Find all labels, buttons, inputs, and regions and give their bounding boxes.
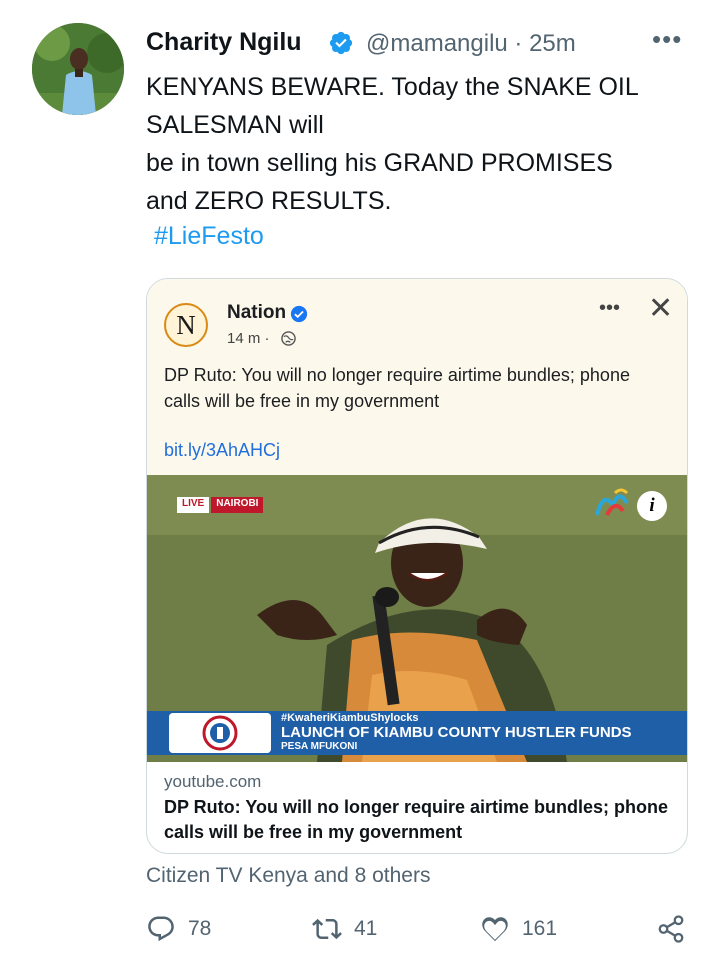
retweet-count: 41 — [354, 917, 378, 940]
party-logo-icon — [169, 713, 271, 753]
link-card[interactable]: N Nation 14 m · ••• ✕ DP Ruto: You will … — [146, 278, 688, 854]
post-text: DP Ruto: You will no longer require airt… — [164, 365, 630, 411]
info-icon: i — [637, 491, 667, 521]
social-context[interactable]: Citizen TV Kenya and 8 others — [146, 864, 430, 888]
nation-logo: N — [164, 303, 208, 347]
ticker-hashtag: #KwaheriKiambuShylocks — [281, 712, 419, 724]
retweet-button[interactable]: 41 — [312, 914, 377, 944]
tweet-text-line: and ZERO RESULTS. — [146, 187, 392, 215]
like-count: 161 — [522, 917, 558, 940]
reply-icon — [148, 916, 174, 942]
verified-badge-icon — [329, 31, 353, 55]
tweet-text-line: be in town selling his GRAND PROMISES — [146, 149, 613, 177]
reply-button[interactable]: 78 — [146, 914, 211, 944]
author-handle-time[interactable]: @mamangilu · 25m — [366, 30, 576, 58]
ticker-subline: PESA MFUKONI — [281, 741, 358, 752]
facebook-post-screenshot: N Nation 14 m · ••• ✕ DP Ruto: You will … — [147, 279, 687, 475]
reply-count: 78 — [188, 917, 212, 940]
live-badge: LIVE NAIROBI — [177, 497, 264, 513]
author-name[interactable]: Charity Ngilu — [146, 28, 302, 57]
like-button[interactable]: 161 — [480, 914, 557, 944]
card-domain: youtube.com — [164, 772, 262, 791]
share-icon — [658, 915, 684, 943]
post-options-icon: ••• — [599, 297, 621, 319]
globe-icon — [281, 331, 296, 346]
hashtag-link[interactable]: #LieFesto — [154, 222, 264, 251]
author-avatar[interactable] — [32, 23, 124, 115]
close-icon: ✕ — [648, 292, 674, 325]
heart-icon — [482, 917, 508, 942]
tweet-text: KENYANS BEWARE. Today the SNAKE OIL SALE… — [146, 68, 691, 220]
video-thumbnail: LIVE NAIROBI i #KwaheriKiambuShylocks LA… — [147, 475, 687, 762]
live-label: LIVE — [177, 497, 210, 513]
location-label: NAIROBI — [211, 497, 264, 513]
post-time: 14 m · — [227, 330, 270, 347]
post-link: bit.ly/3AhAHCj — [164, 440, 281, 460]
share-button[interactable] — [656, 914, 686, 944]
page-name: Nation — [227, 302, 287, 323]
tweet-text-line: KENYANS BEWARE. Today the SNAKE OIL — [146, 73, 639, 101]
tweet-text-line: SALESMAN will — [146, 111, 324, 139]
retweet-icon — [312, 918, 342, 940]
more-options-icon[interactable]: ••• — [652, 24, 682, 55]
verified-check-icon — [290, 305, 308, 323]
card-title: DP Ruto: You will no longer require airt… — [164, 797, 669, 842]
ticker-headline: LAUNCH OF KIAMBU COUNTY HUSTLER FUNDS — [281, 724, 632, 741]
